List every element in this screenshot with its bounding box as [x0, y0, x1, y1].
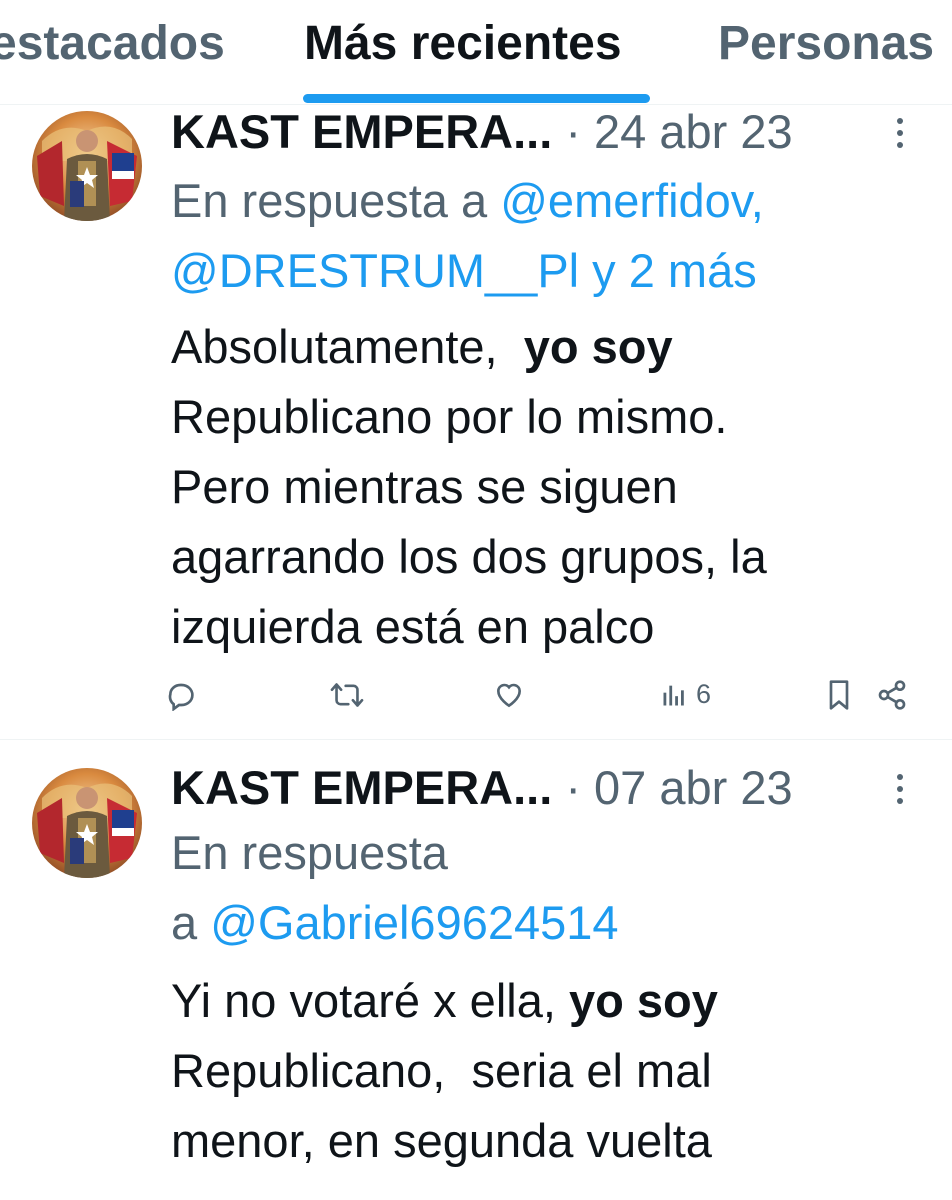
heart-icon	[493, 679, 525, 711]
like-button[interactable]	[493, 679, 525, 711]
avatar[interactable]	[32, 768, 142, 878]
text-line: Republicano por lo mismo.	[171, 390, 728, 443]
retweet-button[interactable]	[330, 679, 364, 711]
share-button[interactable]	[876, 679, 908, 711]
reply-context-line2: @DRESTRUM__Pl y 2 más	[171, 236, 757, 306]
text-line: Pero mientras se siguen	[171, 460, 678, 513]
tab-mas-recientes[interactable]: Más recientes	[304, 14, 622, 74]
text-line: menor, en segunda vuelta	[171, 1114, 712, 1167]
tweet-actions: 6	[0, 679, 952, 719]
avatar[interactable]	[32, 111, 142, 221]
text-line: agarrando los dos grupos, la	[171, 530, 767, 583]
text-line: Republicano, seria el mal	[171, 1044, 712, 1097]
tweet-text: Absolutamente, yo soy Republicano por lo…	[171, 312, 767, 662]
tweet-text: Yi no votaré x ella, yo soy Republicano,…	[171, 966, 718, 1176]
retweet-icon	[330, 679, 364, 711]
more-options-icon[interactable]	[890, 772, 910, 812]
text-bold: yo soy	[523, 320, 673, 373]
tweet-divider	[0, 739, 952, 740]
text-line: Absolutamente,	[171, 320, 498, 373]
reply-context: En respuesta a @emerfidov,	[171, 166, 764, 236]
views-chart-icon	[660, 681, 688, 709]
mention-link[interactable]: @DRESTRUM__Pl	[171, 244, 579, 297]
tweet-date[interactable]: 24 abr 23	[594, 105, 793, 158]
active-tab-indicator	[303, 94, 650, 103]
tab-destacados[interactable]: estacados	[0, 14, 225, 74]
reply-context: En respuesta	[171, 818, 448, 888]
tweet-date[interactable]: 07 abr 23	[594, 761, 793, 814]
tab-personas[interactable]: Personas	[718, 14, 934, 74]
separator-dot: ·	[565, 105, 581, 158]
reply-prefix: a	[171, 896, 198, 949]
mention-link[interactable]: @Gabriel69624514	[210, 896, 618, 949]
bookmark-button[interactable]	[825, 679, 853, 711]
views-button[interactable]: 6	[660, 679, 711, 710]
author-name[interactable]: KAST EMPERA...	[171, 105, 552, 158]
bookmark-icon	[825, 679, 853, 711]
text-line: izquierda está en palco	[171, 600, 655, 653]
timeline-tabs: estacados Más recientes Personas	[0, 0, 952, 105]
more-options-icon[interactable]	[890, 116, 910, 156]
views-count: 6	[696, 679, 712, 709]
author-name[interactable]: KAST EMPERA...	[171, 761, 552, 814]
text-bold: yo soy	[568, 974, 718, 1027]
reply-prefix: En respuesta a	[171, 174, 488, 227]
reply-prefix: En respuesta	[171, 826, 448, 879]
tweet-header: KAST EMPERA... · 24 abr 23	[171, 104, 793, 160]
text-line: Yi no votaré x ella,	[171, 974, 556, 1027]
separator-dot: ·	[565, 761, 581, 814]
reply-context-line2: a @Gabriel69624514	[171, 888, 619, 958]
more-mentions-link[interactable]: y 2 más	[592, 244, 757, 297]
mention-link[interactable]: @emerfidov,	[500, 174, 764, 227]
reply-button[interactable]	[165, 679, 197, 711]
reply-icon	[165, 679, 197, 711]
share-icon	[876, 679, 908, 711]
tweet-header: KAST EMPERA... · 07 abr 23	[171, 760, 793, 816]
